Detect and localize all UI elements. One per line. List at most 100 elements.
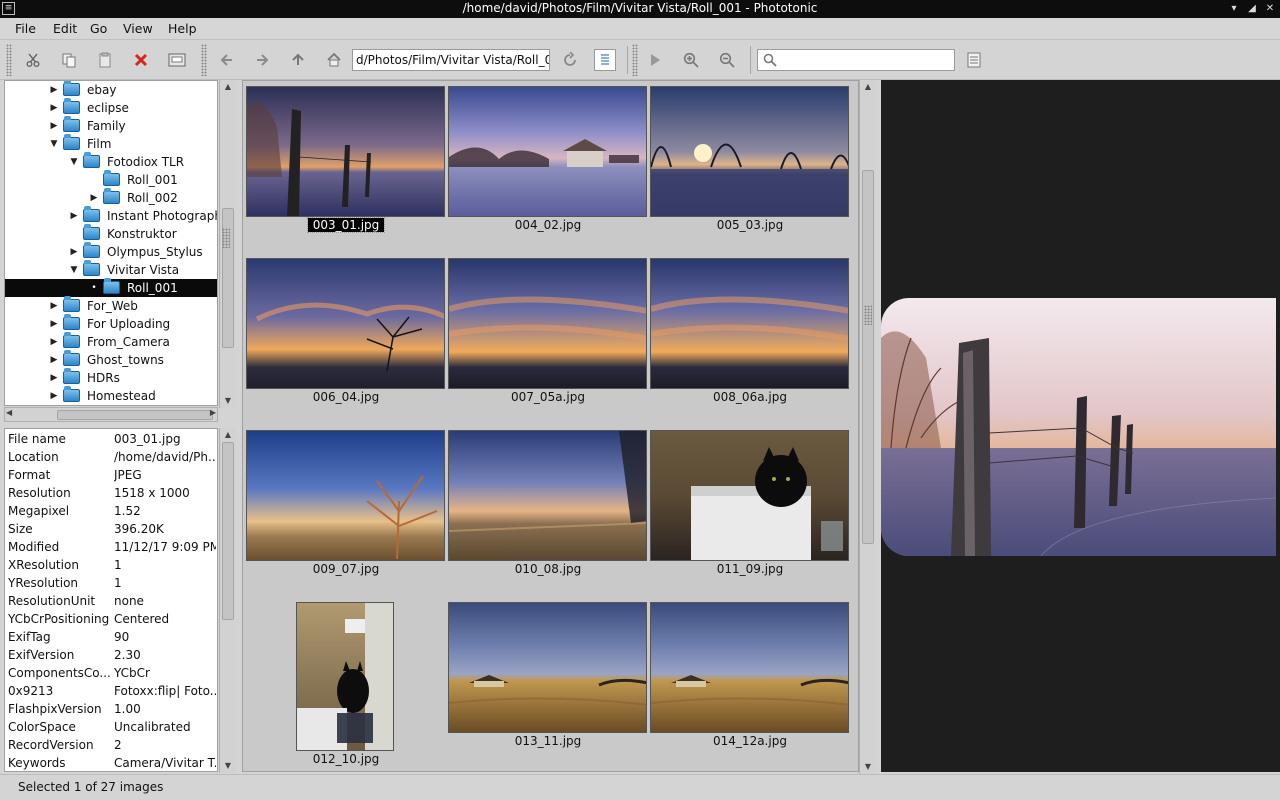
search-input[interactable] — [757, 49, 955, 71]
tree-item[interactable]: ▶ HDRs — [5, 368, 217, 387]
title-bar: ≡ /home/david/Photos/Film/Vivitar Vista/… — [0, 0, 1280, 18]
save-icon[interactable] — [166, 49, 188, 71]
thumbnail-image — [448, 430, 647, 561]
tree-item[interactable]: ▼ Fotodiox TLR — [5, 152, 217, 171]
close-icon[interactable]: ✕ — [1262, 1, 1278, 16]
tree-item[interactable]: Roll_001 — [5, 170, 217, 189]
expand-arrow-icon[interactable]: ▶ — [49, 318, 59, 330]
slideshow-play-icon[interactable] — [644, 49, 666, 71]
info-row: Modified 11/12/17 9:09 PM — [5, 538, 217, 556]
tree-item[interactable]: ▶ ebay — [5, 81, 217, 99]
info-row: ComponentsCo... YCbCr — [5, 664, 217, 682]
folder-tree[interactable]: ▶ ebay ▶ eclipse ▶ Family ▼ Film ▼ Fotodiox TLR Ro… — [4, 80, 218, 406]
delete-icon[interactable] — [130, 49, 152, 71]
scroll-up-icon[interactable]: ▲ — [220, 429, 236, 441]
expand-arrow-icon[interactable]: ▶ — [49, 336, 59, 348]
toolbar-grip[interactable] — [632, 44, 638, 76]
info-key: ColorSpace — [8, 720, 76, 734]
tree-item-label: eclipse — [87, 101, 129, 115]
tree-item[interactable]: ▶ For Uploading — [5, 314, 217, 333]
info-panel-icon[interactable] — [963, 49, 985, 71]
folder-icon — [63, 350, 80, 366]
scroll-right-icon[interactable]: ▶ — [210, 408, 216, 417]
thumbnail-view-icon[interactable] — [594, 49, 616, 71]
menu-go[interactable]: Go — [90, 21, 107, 36]
expand-arrow-icon[interactable]: ▶ — [49, 390, 59, 402]
tree-item[interactable]: ▶ Roll_002 — [5, 188, 217, 207]
expand-arrow-icon[interactable]: ▶ — [49, 372, 59, 384]
expand-arrow-icon[interactable]: ▶ — [49, 354, 59, 366]
folder-icon — [63, 332, 80, 348]
tree-item[interactable]: ▶ Family — [5, 116, 217, 135]
copy-icon[interactable] — [58, 49, 80, 71]
scroll-up-icon[interactable]: ▲ — [860, 81, 876, 93]
menu-file[interactable]: File — [15, 21, 36, 36]
collapse-arrow-icon[interactable]: ▼ — [69, 264, 79, 276]
info-value: none — [114, 594, 144, 608]
maximize-icon[interactable]: ◢ — [1244, 1, 1260, 16]
splitter-handle[interactable] — [864, 305, 872, 325]
paste-icon[interactable] — [94, 49, 116, 71]
home-icon[interactable] — [323, 49, 345, 71]
scroll-down-icon[interactable]: ▼ — [220, 395, 236, 407]
tree-item[interactable]: ▶ From_Camera — [5, 332, 217, 351]
refresh-icon[interactable] — [559, 49, 581, 71]
toolbar-grip[interactable] — [201, 44, 207, 76]
zoom-in-icon[interactable] — [680, 49, 702, 71]
toolbar-grip[interactable] — [6, 44, 12, 76]
menu-view[interactable]: View — [123, 21, 153, 36]
tree-item-label: Homestead — [87, 389, 156, 403]
tree-item[interactable]: ▶ eclipse — [5, 98, 217, 117]
back-icon[interactable] — [216, 49, 238, 71]
tree-item[interactable]: ▶ For_Web — [5, 296, 217, 315]
cut-icon[interactable] — [22, 49, 44, 71]
info-value: Fotoxx:flip| Foto... — [114, 684, 216, 698]
folder-icon — [63, 296, 80, 312]
tree-item[interactable]: ▶ Homestead — [5, 386, 217, 405]
scroll-down-icon[interactable]: ▼ — [860, 761, 876, 773]
expand-arrow-icon[interactable]: ▶ — [49, 84, 59, 96]
expand-arrow-icon[interactable]: ▶ — [49, 120, 59, 132]
info-scroll-thumb[interactable] — [222, 442, 234, 620]
tree-item[interactable]: ▶ Instant Photography — [5, 206, 217, 225]
minimize-icon[interactable]: ▾ — [1226, 1, 1242, 16]
thumbnail-scrollbar[interactable]: ▲ ▼ — [859, 80, 876, 774]
collapse-arrow-icon[interactable]: ▼ — [69, 156, 79, 168]
collapse-arrow-icon[interactable]: ▼ — [49, 138, 59, 150]
info-key: Keywords — [8, 756, 66, 770]
image-preview[interactable] — [881, 80, 1280, 772]
thumbnail-caption: 008_06a.jpg — [650, 390, 850, 404]
collapse-arrow-icon[interactable]: • — [89, 282, 99, 294]
search-icon — [763, 53, 777, 70]
thumbnail-scroll-thumb[interactable] — [862, 170, 874, 544]
scroll-down-icon[interactable]: ▼ — [220, 760, 236, 772]
splitter-handle[interactable] — [222, 228, 230, 248]
forward-icon[interactable] — [251, 49, 273, 71]
scroll-left-icon[interactable]: ◀ — [6, 408, 12, 417]
info-key: YCbCrPositioning — [8, 612, 110, 626]
expand-arrow-icon[interactable]: ▶ — [69, 210, 79, 222]
zoom-out-icon[interactable] — [716, 49, 738, 71]
expand-arrow-icon[interactable]: ▶ — [49, 102, 59, 114]
scroll-up-icon[interactable]: ▲ — [220, 81, 236, 93]
menu-edit[interactable]: Edit — [53, 21, 77, 36]
tree-hscroll-thumb[interactable] — [57, 410, 213, 420]
expand-arrow-icon[interactable]: ▶ — [89, 192, 99, 204]
thumbnail-grid[interactable]: 003_01.jpg 004_02.jpg 005_03.jpg 006_04.… — [242, 80, 859, 772]
info-value: 1 — [114, 576, 122, 590]
tree-item[interactable]: ▶ Olympus_Stylus — [5, 242, 217, 261]
menu-help[interactable]: Help — [168, 21, 197, 36]
thumbnail-image — [650, 602, 849, 733]
tree-item[interactable]: ▼ Vivitar Vista — [5, 260, 217, 279]
expand-arrow-icon[interactable]: ▶ — [69, 246, 79, 258]
tree-item[interactable]: • Roll_001 — [5, 278, 217, 297]
path-input[interactable]: d/Photos/Film/Vivitar Vista/Roll_001 — [352, 49, 550, 71]
thumbnail-caption: 003_01.jpg — [246, 217, 446, 233]
expand-arrow-icon[interactable]: ▶ — [49, 300, 59, 312]
tree-item[interactable]: ▼ Film — [5, 134, 217, 153]
tree-item[interactable]: ▶ Ghost_towns — [5, 350, 217, 369]
up-icon[interactable] — [287, 49, 309, 71]
tree-item[interactable]: Konstruktor — [5, 224, 217, 243]
info-scrollbar[interactable]: ▲ ▼ — [219, 428, 236, 773]
tree-hscrollbar[interactable]: ◀ ▶ — [4, 407, 218, 422]
